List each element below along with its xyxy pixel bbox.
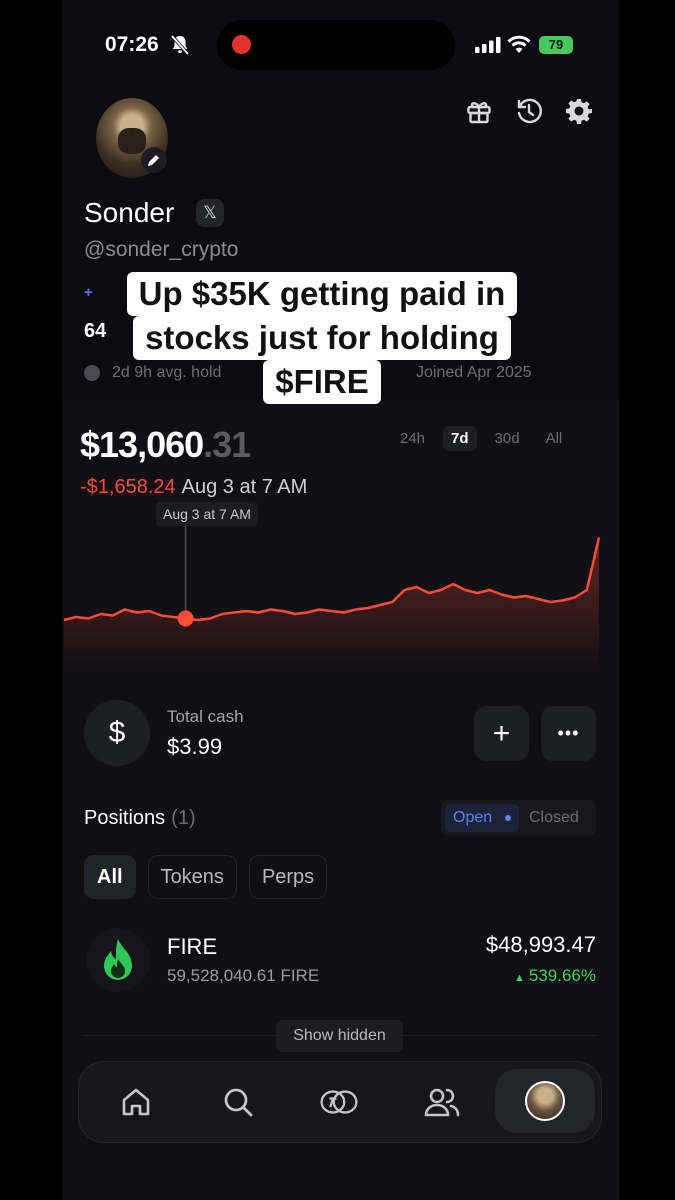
tab-all[interactable]: All <box>538 426 571 451</box>
home-icon[interactable] <box>116 1082 156 1122</box>
fire-token-icon[interactable] <box>86 928 150 992</box>
status-time: 07:26 <box>105 33 159 56</box>
positions-count: (1) <box>171 807 196 829</box>
position-value: $48,993.47 <box>485 932 596 957</box>
caption-line-1: Up $35K getting paid in <box>126 272 518 316</box>
position-filters: All Tokens Perps <box>84 855 328 899</box>
profile-partial-stat: 64 <box>84 320 107 342</box>
recording-dot-icon <box>232 35 251 54</box>
friends-icon[interactable] <box>422 1082 462 1122</box>
bell-muted-icon <box>170 34 190 61</box>
add-cash-button[interactable]: + <box>474 706 529 761</box>
tab-7d[interactable]: 7d <box>443 426 477 451</box>
open-dot-icon <box>505 815 511 821</box>
total-cash-value: $3.99 <box>167 734 223 759</box>
chart-highlight-point[interactable] <box>177 610 194 627</box>
balance-cents: .31 <box>203 424 251 465</box>
change-time: Aug 3 at 7 AM <box>181 476 308 498</box>
edit-pencil-icon[interactable] <box>141 147 167 173</box>
filter-perps[interactable]: Perps <box>248 855 328 899</box>
portfolio-balance: $13,060.31 <box>80 424 251 466</box>
battery-indicator: 79 <box>539 36 573 54</box>
filter-tokens[interactable]: Tokens <box>147 855 237 899</box>
gift-icon[interactable] <box>465 97 493 125</box>
dynamic-island <box>217 20 455 70</box>
bottom-nav <box>78 1061 602 1143</box>
range-tabs: 24h 7d 30d All <box>392 426 570 451</box>
chart-tooltip: Aug 3 at 7 AM <box>156 502 258 526</box>
portfolio-chart[interactable] <box>62 525 619 675</box>
tokens-icon[interactable] <box>319 1082 359 1122</box>
caption-line-2: stocks just for holding <box>133 316 511 360</box>
total-cash-label: Total cash <box>167 707 244 726</box>
header-actions <box>465 97 593 125</box>
caption-line-3: $FIRE <box>263 360 381 404</box>
cash-dollar-icon: $ <box>84 700 150 766</box>
settings-gear-icon[interactable] <box>565 97 593 125</box>
profile-avatar-small <box>525 1081 565 1121</box>
x-logo-icon[interactable]: 𝕏 <box>196 199 224 227</box>
toggle-closed[interactable]: Closed <box>529 804 579 832</box>
show-hidden-button[interactable]: Show hidden <box>276 1020 403 1052</box>
toggle-open[interactable]: Open <box>445 804 519 832</box>
up-triangle-icon: ▲ <box>513 972 525 984</box>
change-amount: -$1,658.24 <box>80 476 176 498</box>
nav-profile-tab[interactable] <box>495 1069 595 1133</box>
filter-all[interactable]: All <box>84 855 136 899</box>
history-icon[interactable] <box>515 97 543 125</box>
positions-title: Positions <box>84 807 166 829</box>
profile-partial-line: + <box>84 284 93 301</box>
wifi-icon <box>507 35 531 58</box>
more-options-button[interactable]: ••• <box>541 706 596 761</box>
balance-dollars: $13,060 <box>80 424 204 465</box>
profile-handle: @sonder_crypto <box>84 238 239 261</box>
tab-24h[interactable]: 24h <box>392 426 433 451</box>
signal-icon <box>475 37 501 58</box>
position-quantity: 59,528,040.61 FIRE <box>167 966 320 985</box>
balance-change: -$1,658.24 Aug 3 at 7 AM <box>80 476 307 499</box>
profile-name: Sonder <box>84 197 175 228</box>
tab-30d[interactable]: 30d <box>487 426 528 451</box>
open-closed-toggle: Open Closed <box>441 800 596 836</box>
phone-screen: 07:26 79 Sonder 𝕏 @sonder_crypto + 64 2d… <box>62 0 619 1200</box>
position-name[interactable]: FIRE <box>167 934 217 960</box>
chart-area <box>64 537 599 675</box>
clock-icon <box>84 365 100 381</box>
search-icon[interactable] <box>218 1082 258 1122</box>
position-change: ▲ 539.66% <box>513 966 596 985</box>
positions-header: Positions (1) <box>84 807 196 830</box>
